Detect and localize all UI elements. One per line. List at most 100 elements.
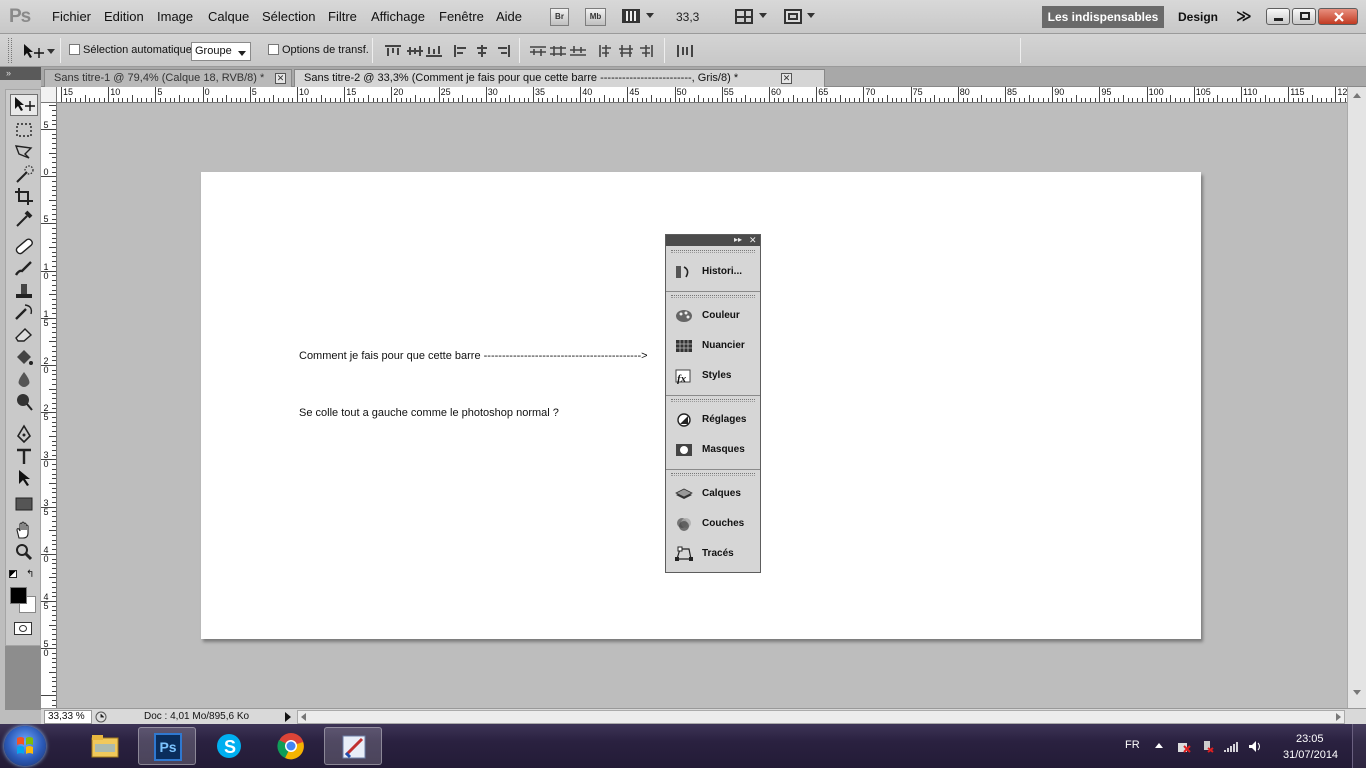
quick-mask-button[interactable] bbox=[14, 622, 32, 635]
dodge-tool[interactable] bbox=[13, 392, 35, 412]
marquee-tool[interactable] bbox=[13, 120, 35, 140]
taskbar-paint[interactable] bbox=[324, 727, 382, 765]
panel-grip[interactable] bbox=[671, 295, 755, 298]
vertical-ruler[interactable]: 505101520253035404550 bbox=[41, 103, 57, 708]
align-bottom-icon[interactable] bbox=[426, 45, 442, 57]
extras-icon[interactable] bbox=[622, 9, 640, 23]
workspace-essentials-button[interactable]: Les indispensables bbox=[1042, 6, 1164, 28]
scroll-up-icon[interactable] bbox=[1351, 89, 1363, 101]
align-right-icon[interactable] bbox=[494, 45, 510, 57]
eyedropper-tool[interactable] bbox=[13, 208, 35, 228]
tab-sans-titre-1[interactable]: Sans titre-1 @ 79,4% (Calque 18, RVB/8) … bbox=[44, 69, 292, 87]
align-hcenter-icon[interactable] bbox=[474, 45, 490, 57]
horizontal-scrollbar[interactable] bbox=[297, 710, 1345, 724]
move-tool-selected[interactable] bbox=[10, 94, 38, 116]
chevron-down-icon[interactable] bbox=[759, 13, 767, 18]
zoom-level[interactable]: 33,3 bbox=[676, 10, 699, 24]
minibridge-button[interactable]: Mb bbox=[585, 8, 606, 26]
chevron-down-icon[interactable] bbox=[646, 13, 654, 18]
align-vcenter-icon[interactable] bbox=[407, 45, 423, 57]
horizontal-ruler[interactable]: 15 10 5 0 5 10 15 20 25 30 35 40 45 50 55 60 65 70 75 80 85 9… bbox=[57, 87, 1347, 103]
eraser-tool[interactable] bbox=[13, 324, 35, 344]
align-top-icon[interactable] bbox=[385, 45, 401, 57]
scroll-down-icon[interactable] bbox=[1351, 687, 1363, 699]
auto-select-dropdown[interactable]: Groupe bbox=[191, 42, 251, 61]
clock-date[interactable]: 31/07/2014 bbox=[1283, 749, 1338, 761]
path-selection-tool[interactable] bbox=[13, 468, 35, 488]
menu-affichage[interactable]: Affichage bbox=[371, 9, 425, 24]
status-menu-arrow-icon[interactable] bbox=[285, 712, 291, 722]
minimize-button[interactable] bbox=[1266, 8, 1290, 25]
taskbar-photoshop[interactable]: Ps bbox=[138, 727, 196, 765]
close-button[interactable] bbox=[1318, 8, 1358, 25]
ruler-origin[interactable] bbox=[41, 87, 57, 103]
panel-item-couleur[interactable]: Couleur bbox=[672, 305, 758, 327]
panel-item-traces[interactable]: Tracés bbox=[672, 543, 758, 565]
panel-item-calques[interactable]: Calques bbox=[672, 483, 758, 505]
menu-calque[interactable]: Calque bbox=[208, 9, 249, 24]
distribute-right-icon[interactable] bbox=[638, 45, 654, 57]
history-brush-tool[interactable] bbox=[13, 302, 35, 322]
panel-item-styles[interactable]: fx Styles bbox=[672, 365, 758, 387]
auto-align-layers-icon[interactable] bbox=[676, 43, 694, 59]
vertical-scrollbar[interactable] bbox=[1347, 87, 1366, 708]
paint-bucket-tool[interactable] bbox=[13, 348, 35, 368]
restore-button[interactable] bbox=[1292, 8, 1316, 25]
usb-device-icon[interactable] bbox=[1200, 740, 1214, 753]
panel-item-couches[interactable]: Couches bbox=[672, 513, 758, 535]
tool-preset-caret[interactable] bbox=[47, 49, 55, 54]
close-icon[interactable]: ✕ bbox=[781, 73, 792, 84]
crop-tool[interactable] bbox=[13, 186, 35, 206]
panel-item-nuancier[interactable]: Nuancier bbox=[672, 335, 758, 357]
menu-filtre[interactable]: Filtre bbox=[328, 9, 357, 24]
scroll-left-icon[interactable] bbox=[299, 712, 309, 722]
distribute-vcenter-icon[interactable] bbox=[550, 45, 566, 57]
bridge-button[interactable]: Br bbox=[550, 8, 569, 26]
distribute-hcenter-icon[interactable] bbox=[618, 45, 634, 57]
panel-header[interactable]: ▸▸ ✕ bbox=[666, 235, 760, 246]
transform-controls-checkbox[interactable] bbox=[268, 44, 279, 55]
menu-selection[interactable]: Sélection bbox=[262, 9, 315, 24]
foreground-color-swatch[interactable] bbox=[10, 587, 27, 604]
move-tool-icon[interactable] bbox=[22, 42, 46, 60]
clock-time[interactable]: 23:05 bbox=[1296, 733, 1324, 745]
taskbar-explorer[interactable] bbox=[76, 727, 134, 765]
align-left-icon[interactable] bbox=[454, 45, 470, 57]
status-zoom-field[interactable]: 33,33 % bbox=[44, 710, 92, 724]
action-center-icon[interactable] bbox=[1177, 740, 1191, 753]
zoom-tool[interactable] bbox=[13, 542, 35, 562]
panel-grip[interactable] bbox=[671, 399, 755, 402]
distribute-bottom-icon[interactable] bbox=[570, 45, 586, 57]
distribute-left-icon[interactable] bbox=[598, 45, 614, 57]
show-desktop-button[interactable] bbox=[1352, 724, 1366, 768]
toolbar-collapse-button[interactable]: » bbox=[0, 67, 41, 80]
clock-icon[interactable] bbox=[95, 711, 107, 723]
lasso-tool[interactable] bbox=[13, 142, 35, 162]
start-button[interactable] bbox=[4, 726, 46, 766]
panel-grip[interactable] bbox=[671, 473, 755, 476]
taskbar-skype[interactable]: S bbox=[200, 727, 258, 765]
chevron-down-icon[interactable] bbox=[807, 13, 815, 18]
brush-tool[interactable] bbox=[13, 258, 35, 278]
distribute-top-icon[interactable] bbox=[530, 45, 546, 57]
taskbar-chrome[interactable] bbox=[262, 727, 320, 765]
menu-fichier[interactable]: Fichier bbox=[52, 9, 91, 24]
quick-selection-tool[interactable] bbox=[13, 164, 35, 184]
healing-brush-tool[interactable] bbox=[13, 236, 35, 256]
type-tool[interactable] bbox=[13, 446, 35, 466]
auto-select-checkbox[interactable] bbox=[69, 44, 80, 55]
tab-sans-titre-2[interactable]: Sans titre-2 @ 33,3% (Comment je fais po… bbox=[294, 69, 825, 87]
scroll-right-icon[interactable] bbox=[1333, 712, 1343, 722]
network-icon[interactable] bbox=[1224, 740, 1238, 753]
volume-icon[interactable] bbox=[1248, 740, 1262, 753]
default-colors-icon[interactable] bbox=[9, 570, 17, 578]
workspace-design-button[interactable]: Design bbox=[1178, 10, 1218, 24]
panel-expand-icon[interactable]: ▸▸ bbox=[734, 235, 742, 245]
blur-tool[interactable] bbox=[13, 370, 35, 390]
arrange-documents-icon[interactable] bbox=[735, 9, 753, 24]
hand-tool[interactable] bbox=[13, 520, 35, 540]
panel-item-reglages[interactable]: Réglages bbox=[672, 409, 758, 431]
close-icon[interactable]: ✕ bbox=[275, 73, 286, 84]
menu-aide[interactable]: Aide bbox=[496, 9, 522, 24]
pen-tool[interactable] bbox=[13, 424, 35, 444]
